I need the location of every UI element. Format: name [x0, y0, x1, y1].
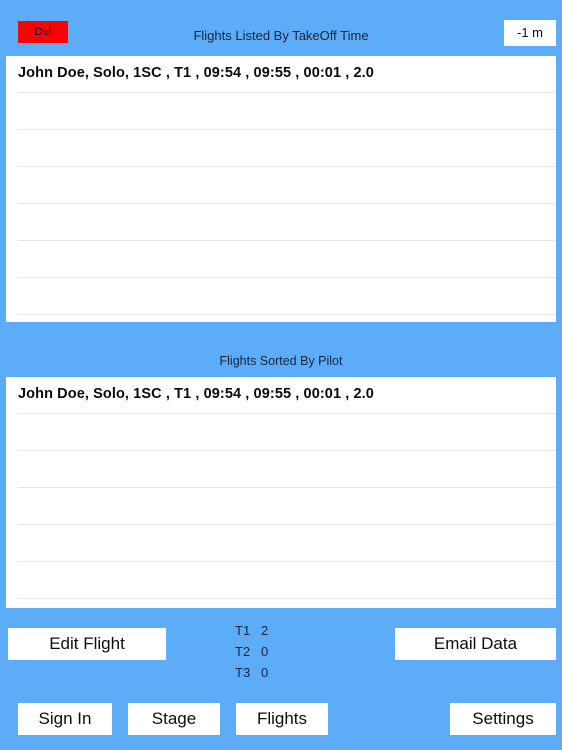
tow-count-value: 0: [261, 665, 269, 680]
tow-count-value: 2: [261, 623, 269, 638]
tow-count-row: T3 0: [235, 662, 345, 683]
tow-count-key: T2: [235, 644, 251, 659]
table-row[interactable]: [6, 241, 556, 278]
tow-count-key: T1: [235, 623, 251, 638]
time-adjust-minus-button[interactable]: -1 m: [504, 20, 556, 46]
flights-sorted-by-pilot-title: Flights Sorted By Pilot: [219, 354, 343, 368]
table-row[interactable]: [6, 562, 556, 599]
tow-count-row: T2 0: [235, 641, 345, 662]
tow-count-value: 0: [261, 644, 269, 659]
table-row[interactable]: [6, 167, 556, 204]
table-row-label: John Doe, Solo, 1SC , T1 , 09:54 , 09:55…: [18, 386, 374, 402]
table-row[interactable]: [6, 130, 556, 167]
tow-count-key: T3: [235, 665, 251, 680]
table-row-label: John Doe, Solo, 1SC , T1 , 09:54 , 09:55…: [18, 65, 374, 81]
row-separator: [18, 598, 556, 599]
flights-by-takeoff-table[interactable]: John Doe, Solo, 1SC , T1 , 09:54 , 09:55…: [6, 56, 556, 322]
flights-by-pilot-table[interactable]: John Doe, Solo, 1SC , T1 , 09:54 , 09:55…: [6, 377, 556, 608]
stage-button[interactable]: Stage: [128, 703, 220, 735]
table-row[interactable]: John Doe, Solo, 1SC , T1 , 09:54 , 09:55…: [6, 56, 556, 93]
email-data-button[interactable]: Email Data: [395, 628, 556, 660]
edit-flight-button[interactable]: Edit Flight: [8, 628, 166, 660]
flights-button[interactable]: Flights: [236, 703, 328, 735]
page-title: Flights Listed By TakeOff Time: [193, 28, 369, 43]
sign-in-button[interactable]: Sign In: [18, 703, 112, 735]
table-row[interactable]: [6, 488, 556, 525]
table-row[interactable]: [6, 414, 556, 451]
row-separator: [18, 314, 556, 315]
top-bar: Del Flights Listed By TakeOff Time -1 m: [0, 0, 562, 56]
settings-button[interactable]: Settings: [450, 703, 556, 735]
tow-counts-panel: T1 2 T2 0 T3 0: [235, 620, 345, 683]
table-row[interactable]: [6, 204, 556, 241]
tow-count-row: T1 2: [235, 620, 345, 641]
table-row[interactable]: [6, 93, 556, 130]
table-row[interactable]: [6, 525, 556, 562]
table-row[interactable]: [6, 278, 556, 315]
table-row[interactable]: John Doe, Solo, 1SC , T1 , 09:54 , 09:55…: [6, 377, 556, 414]
table-row[interactable]: [6, 451, 556, 488]
